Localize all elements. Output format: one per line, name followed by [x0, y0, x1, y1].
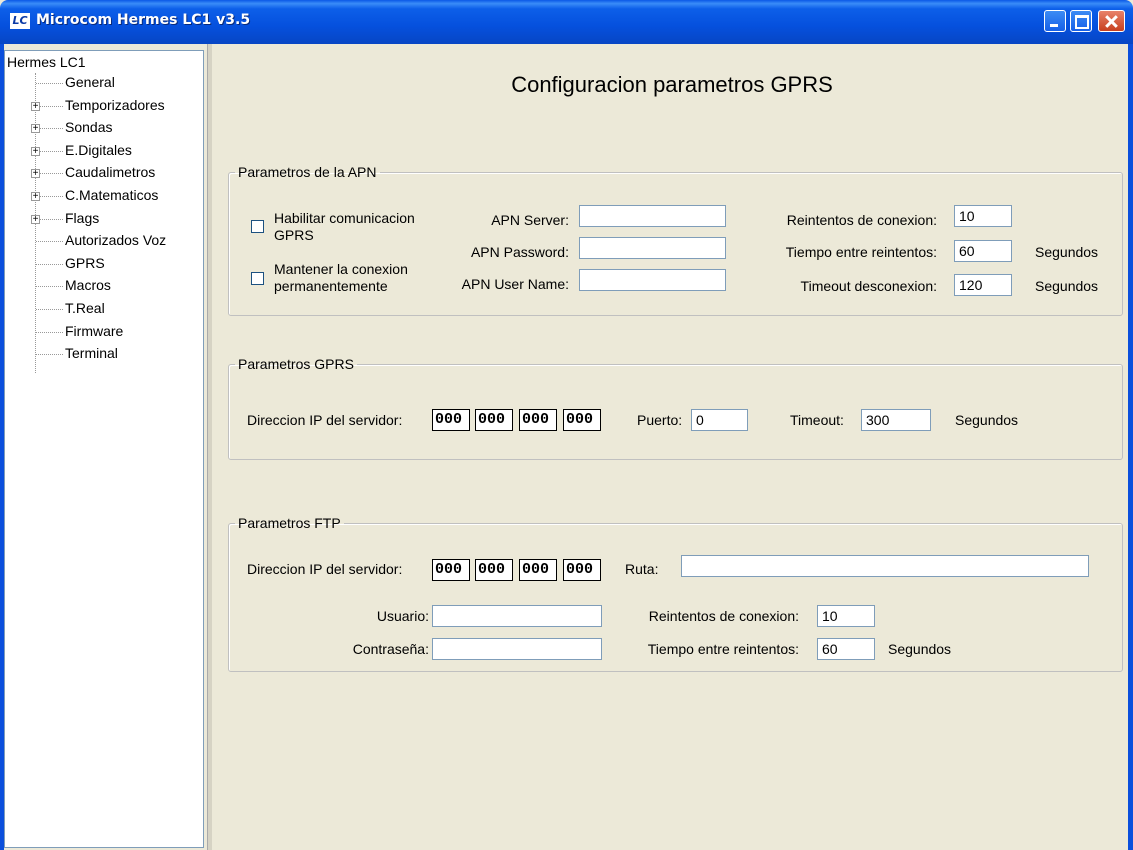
close-button[interactable]: [1098, 10, 1125, 32]
apn-interval-field[interactable]: 60: [954, 240, 1012, 262]
gprs-ip-octet-3[interactable]: 000: [519, 409, 557, 431]
tree-root[interactable]: Hermes LC1: [7, 54, 86, 70]
tree-item-macros[interactable]: Macros: [65, 277, 111, 293]
tree-connector: [36, 309, 63, 310]
gprs-ip-octet-2[interactable]: 000: [475, 409, 513, 431]
ftp-user-field[interactable]: [432, 605, 602, 627]
main-panel: Configuracion parametros GPRS Parametros…: [217, 44, 1127, 850]
keep-connection-label-line2: permanentemente: [274, 278, 388, 294]
enable-gprs-label-line2: GPRS: [274, 227, 314, 243]
tree-item-firmware[interactable]: Firmware: [65, 323, 123, 339]
apn-interval-unit: Segundos: [1035, 244, 1099, 260]
expand-icon[interactable]: +: [31, 192, 40, 202]
expand-icon[interactable]: +: [31, 169, 40, 179]
tree-item-terminal[interactable]: Terminal: [65, 345, 118, 361]
apn-server-field[interactable]: [579, 205, 726, 227]
ftp-group-legend: Parametros FTP: [238, 515, 341, 531]
tree-connector: [36, 196, 63, 197]
keep-connection-label-line1: Mantener la conexion: [274, 261, 408, 277]
keep-connection-checkbox[interactable]: [251, 272, 264, 285]
title-bar[interactable]: LC Microcom Hermes LC1 v3.5: [0, 0, 1133, 44]
ftp-retries-field[interactable]: 10: [817, 605, 875, 627]
ftp-user-label: Usuario:: [376, 608, 429, 624]
tree-connector: [36, 106, 63, 107]
tree-connector: [36, 264, 63, 265]
apn-password-field[interactable]: [579, 237, 726, 259]
tree-item-caudalimetros[interactable]: Caudalimetros: [65, 164, 155, 180]
tree-item-autorizados-voz[interactable]: Autorizados Voz: [65, 232, 166, 248]
apn-interval-label: Tiempo entre reintentos:: [785, 244, 937, 260]
tree-connector: [36, 128, 63, 129]
tree-item-sondas[interactable]: Sondas: [65, 119, 112, 135]
window-title: Microcom Hermes LC1 v3.5: [36, 12, 251, 28]
expand-icon[interactable]: +: [31, 215, 40, 225]
navigation-tree[interactable]: Hermes LC1 General + Temporizadores + Sondas…: [4, 50, 204, 848]
ftp-ip-octet-4[interactable]: 000: [563, 559, 601, 581]
tree-connector: [36, 286, 63, 287]
ftp-retries-label: Reintentos de conexion:: [648, 608, 799, 624]
enable-gprs-checkbox[interactable]: [251, 220, 264, 233]
apn-group-legend: Parametros de la APN: [238, 164, 377, 180]
apn-timeout-field[interactable]: 120: [954, 274, 1012, 296]
tree-connector: [36, 83, 63, 84]
gprs-group-legend: Parametros GPRS: [238, 356, 354, 372]
gprs-group: Parametros GPRS Direccion IP del servido…: [228, 356, 1123, 460]
tree-connector: [36, 151, 63, 152]
tree-connector: [36, 332, 63, 333]
apn-timeout-label: Timeout desconexion:: [800, 278, 937, 294]
expand-icon[interactable]: +: [31, 147, 40, 157]
tree-connector: [36, 173, 63, 174]
ftp-ip-octet-1[interactable]: 000: [432, 559, 470, 581]
gprs-timeout-label: Timeout:: [790, 412, 844, 428]
app-logo-icon: LC: [10, 13, 30, 29]
tree-item-t-real[interactable]: T.Real: [65, 300, 105, 316]
ftp-interval-label: Tiempo entre reintentos:: [647, 641, 799, 657]
ftp-path-label: Ruta:: [625, 561, 659, 577]
panel-splitter[interactable]: [207, 44, 212, 850]
maximize-button[interactable]: [1070, 10, 1092, 32]
tree-item-c-matematicos[interactable]: C.Matematicos: [65, 187, 158, 203]
page-title: Configuracion parametros GPRS: [511, 72, 833, 97]
tree-item-flags[interactable]: Flags: [65, 210, 99, 226]
apn-username-field[interactable]: [579, 269, 726, 291]
apn-server-label: APN Server:: [491, 212, 569, 228]
tree-connector: [36, 241, 63, 242]
ftp-path-field[interactable]: [681, 555, 1089, 577]
apn-password-label: APN Password:: [470, 244, 569, 260]
expand-icon[interactable]: +: [31, 124, 40, 134]
tree-item-general[interactable]: General: [65, 74, 115, 90]
gprs-timeout-unit: Segundos: [955, 412, 1019, 428]
tree-item-e-digitales[interactable]: E.Digitales: [65, 142, 132, 158]
ftp-ip-octet-3[interactable]: 000: [519, 559, 557, 581]
enable-gprs-label-line1: Habilitar comunicacion: [274, 210, 415, 226]
tree-connector: [36, 219, 63, 220]
ftp-password-field[interactable]: [432, 638, 602, 660]
gprs-port-field[interactable]: 0: [691, 409, 748, 431]
ftp-password-label: Contraseña:: [352, 641, 429, 657]
tree-item-temporizadores[interactable]: Temporizadores: [65, 97, 165, 113]
apn-username-label: APN User Name:: [461, 276, 569, 292]
ftp-interval-unit: Segundos: [888, 641, 952, 657]
gprs-ip-octet-4[interactable]: 000: [563, 409, 601, 431]
apn-retries-label: Reintentos de conexion:: [786, 212, 937, 228]
gprs-port-label: Puerto:: [637, 412, 683, 428]
ftp-interval-field[interactable]: 60: [817, 638, 875, 660]
gprs-ip-octet-1[interactable]: 000: [432, 409, 470, 431]
tree-item-gprs[interactable]: GPRS: [65, 255, 105, 271]
gprs-ip-label: Direccion IP del servidor:: [247, 412, 403, 428]
window-frame-right: [1128, 44, 1133, 850]
ftp-ip-octet-2[interactable]: 000: [475, 559, 513, 581]
apn-retries-field[interactable]: 10: [954, 205, 1012, 227]
ftp-ip-label: Direccion IP del servidor:: [247, 561, 403, 577]
minimize-button[interactable]: [1044, 10, 1066, 32]
ftp-group: Parametros FTP Direccion IP del servidor…: [228, 515, 1123, 672]
expand-icon[interactable]: +: [31, 102, 40, 112]
apn-group: Parametros de la APN Habilitar comunicac…: [228, 164, 1123, 316]
tree-connector: [36, 354, 63, 355]
gprs-timeout-field[interactable]: 300: [861, 409, 931, 431]
apn-timeout-unit: Segundos: [1035, 278, 1099, 294]
